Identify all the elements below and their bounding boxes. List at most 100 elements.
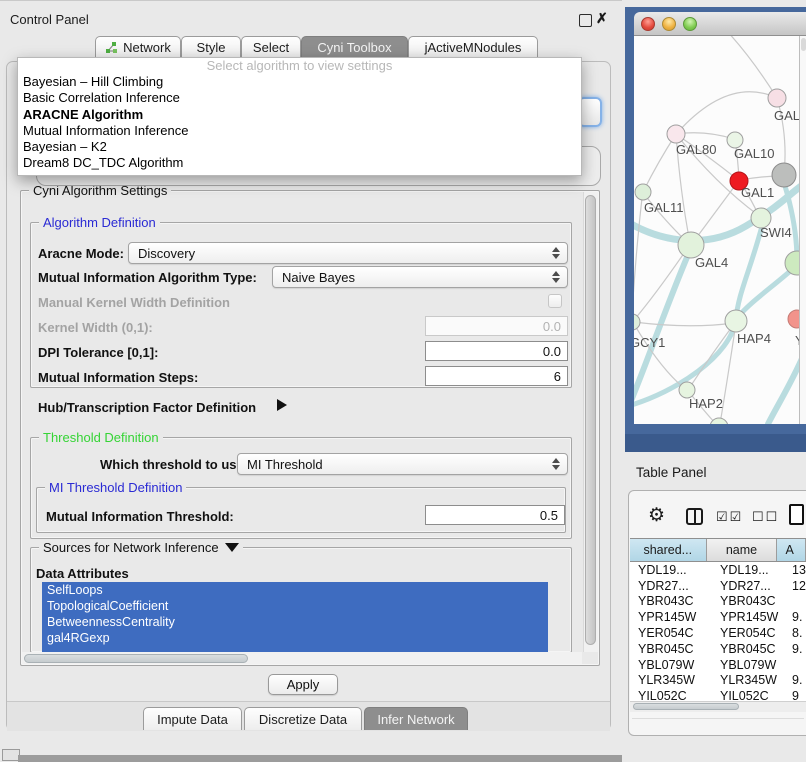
node[interactable] bbox=[772, 163, 796, 187]
gear-icon[interactable]: ⚙ bbox=[648, 504, 665, 527]
kernel-width-field[interactable]: 0.0 bbox=[425, 316, 568, 336]
table-row[interactable]: YBR045C YBR045C 9. bbox=[630, 641, 806, 657]
cell-value: 9. bbox=[788, 642, 802, 656]
close-traffic-light-icon[interactable] bbox=[641, 17, 655, 31]
settings-horizontal-scrollbar-thumb[interactable] bbox=[24, 654, 248, 663]
tab-label: Style bbox=[197, 40, 226, 55]
checked-checkboxes-icon[interactable]: ☑☑ bbox=[716, 509, 743, 525]
cell-shared-name: YIL052C bbox=[630, 689, 712, 701]
column-header-name[interactable]: name bbox=[707, 539, 778, 561]
aracne-mode-combobox[interactable]: Discovery bbox=[128, 242, 568, 264]
dpi-tolerance-field[interactable]: 0.0 bbox=[425, 341, 568, 361]
list-item[interactable]: SelfLoops bbox=[42, 582, 548, 598]
table-row[interactable]: YBR043C YBR043C bbox=[630, 594, 806, 610]
disclosure-right-icon[interactable] bbox=[277, 399, 287, 411]
mi-threshold-field[interactable]: 0.5 bbox=[425, 505, 565, 525]
table-row[interactable]: YLR345W YLR345W 9. bbox=[630, 673, 806, 689]
dropdown-option[interactable]: Mutual Information Inference bbox=[18, 123, 581, 139]
node-label: GAL1 bbox=[741, 185, 774, 200]
tab-jactivemnodules[interactable]: jActiveMNodules bbox=[408, 36, 538, 58]
node[interactable] bbox=[634, 314, 640, 330]
network-view-canvas[interactable]: GAL GAL80 GAL10 GAL1 GAL11 SWI4 GAL4 HAP… bbox=[634, 36, 799, 424]
tab-impute-data[interactable]: Impute Data bbox=[143, 707, 242, 730]
dropdown-option[interactable]: Bayesian – K2 bbox=[18, 139, 581, 155]
close-icon[interactable]: ✗ bbox=[596, 10, 608, 27]
stepper-arrows-icon bbox=[552, 271, 560, 283]
node-label: HAP4 bbox=[737, 331, 771, 346]
cell-value: 13 bbox=[788, 563, 806, 577]
tab-style[interactable]: Style bbox=[181, 36, 241, 58]
table-row[interactable]: YDL19... YDL19... 13 bbox=[630, 562, 806, 578]
strong-edges bbox=[634, 184, 799, 424]
sources-group-title[interactable]: Sources for Network Inference bbox=[39, 540, 243, 555]
cell-name: YBR043C bbox=[712, 594, 788, 608]
tab-label: Network bbox=[123, 40, 171, 55]
column-header-clipped[interactable]: A bbox=[777, 539, 806, 561]
apply-button-label: Apply bbox=[287, 677, 320, 692]
network-window-titlebar[interactable] bbox=[634, 12, 806, 36]
node[interactable] bbox=[788, 310, 799, 328]
dropdown-option[interactable]: Basic Correlation Inference bbox=[18, 90, 581, 106]
dropdown-placeholder: Select algorithm to view settings bbox=[18, 58, 581, 74]
dropdown-option-highlighted[interactable]: ARACNE Algorithm bbox=[18, 107, 581, 123]
bottom-divider-bar bbox=[18, 755, 622, 762]
node[interactable] bbox=[635, 184, 651, 200]
column-header-shared-name[interactable]: shared... bbox=[630, 539, 707, 561]
table-row[interactable]: YDR27... YDR27... 12 bbox=[630, 578, 806, 594]
unchecked-checkboxes-icon[interactable]: ☐☐ bbox=[752, 509, 779, 525]
threshold-definition-title: Threshold Definition bbox=[39, 430, 163, 445]
settings-vertical-scrollbar-thumb[interactable] bbox=[585, 195, 596, 645]
mi-threshold-group-title: MI Threshold Definition bbox=[45, 480, 186, 495]
tab-network[interactable]: Network bbox=[95, 36, 181, 58]
node-label: GAL11 bbox=[644, 200, 684, 215]
apply-button[interactable]: Apply bbox=[268, 674, 338, 695]
disclosure-down-icon[interactable] bbox=[225, 543, 239, 552]
node[interactable] bbox=[725, 310, 747, 332]
mi-steps-value: 6 bbox=[554, 369, 561, 384]
float-icon[interactable] bbox=[579, 14, 592, 27]
dropdown-option[interactable]: Bayesian – Hill Climbing bbox=[18, 74, 581, 90]
column-view-icon[interactable] bbox=[686, 508, 703, 525]
kernel-width-value: 0.0 bbox=[543, 319, 561, 334]
which-threshold-value: MI Threshold bbox=[247, 457, 323, 472]
algorithm-definition-title: Algorithm Definition bbox=[39, 215, 160, 230]
table-row[interactable]: YER054C YER054C 8. bbox=[630, 625, 806, 641]
dropdown-option[interactable]: Dream8 DC_TDC Algorithm bbox=[18, 155, 581, 171]
mi-algorithm-type-combobox[interactable]: Naive Bayes bbox=[272, 266, 568, 288]
data-attributes-list: SelfLoops TopologicalCoefficient Between… bbox=[42, 582, 548, 653]
mi-algorithm-type-value: Naive Bayes bbox=[282, 270, 355, 285]
cell-shared-name: YBL079W bbox=[630, 658, 712, 672]
cell-value: 8. bbox=[788, 626, 802, 640]
node[interactable] bbox=[710, 418, 728, 424]
cell-name: YDL19... bbox=[712, 563, 788, 577]
document-icon[interactable] bbox=[789, 504, 804, 525]
algorithm-dropdown-popup: Select algorithm to view settings Bayesi… bbox=[17, 57, 582, 176]
table-row[interactable]: YIL052C YIL052C 9 bbox=[630, 688, 806, 701]
tab-select[interactable]: Select bbox=[241, 36, 301, 58]
table-row[interactable]: YPR145W YPR145W 9. bbox=[630, 609, 806, 625]
cell-name: YBR045C bbox=[712, 642, 788, 656]
mi-steps-field[interactable]: 6 bbox=[425, 366, 568, 386]
network-scrollbar-thumb[interactable] bbox=[801, 38, 806, 51]
list-item[interactable]: BetweennessCentrality bbox=[42, 614, 548, 630]
table-horizontal-scrollbar-thumb[interactable] bbox=[633, 703, 739, 710]
list-item[interactable]: gal4RGexp bbox=[42, 630, 548, 646]
kernel-width-label: Kernel Width (0,1): bbox=[38, 320, 153, 335]
zoom-traffic-light-icon[interactable] bbox=[683, 17, 697, 31]
manual-kernel-width-checkbox[interactable] bbox=[548, 294, 562, 308]
tab-discretize-data[interactable]: Discretize Data bbox=[244, 707, 362, 730]
which-threshold-combobox[interactable]: MI Threshold bbox=[237, 453, 568, 475]
column-header-label: name bbox=[726, 543, 757, 557]
node[interactable] bbox=[768, 89, 786, 107]
node[interactable] bbox=[667, 125, 685, 143]
minimize-traffic-light-icon[interactable] bbox=[662, 17, 676, 31]
desktop-background bbox=[625, 434, 806, 452]
tab-cyni-toolbox[interactable]: Cyni Toolbox bbox=[301, 36, 408, 58]
tab-infer-network[interactable]: Infer Network bbox=[364, 707, 468, 730]
cell-name: YLR345W bbox=[712, 673, 788, 687]
list-item[interactable]: TopologicalCoefficient bbox=[42, 598, 548, 614]
cell-shared-name: YDR27... bbox=[630, 579, 712, 593]
hub-definition-label[interactable]: Hub/Transcription Factor Definition bbox=[38, 400, 256, 415]
network-right-scrollbar[interactable] bbox=[799, 36, 806, 424]
table-row[interactable]: YBL079W YBL079W bbox=[630, 657, 806, 673]
